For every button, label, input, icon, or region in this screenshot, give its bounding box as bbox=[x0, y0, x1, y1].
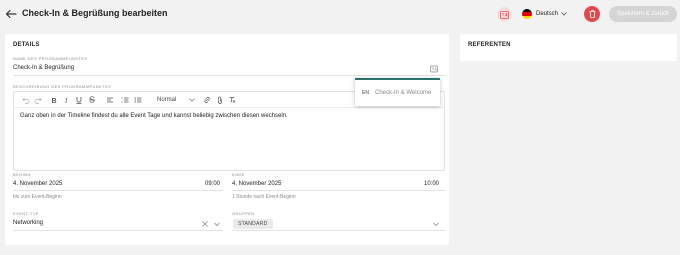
name-input[interactable]: Check-In & Begrüßung bbox=[13, 65, 74, 71]
underline-icon[interactable] bbox=[75, 96, 83, 104]
end-underline bbox=[232, 190, 445, 191]
language-label: Deutsch bbox=[536, 11, 559, 17]
groups-label: GRUPPEN bbox=[232, 211, 255, 216]
start-underline bbox=[13, 190, 223, 191]
link-icon[interactable] bbox=[203, 96, 211, 104]
align-left-icon[interactable] bbox=[106, 96, 114, 104]
event-type-underline bbox=[13, 230, 223, 231]
details-card: DETAILS NAME DES PROGRAMMPUNKTES Check-I… bbox=[5, 34, 449, 245]
text-format-select[interactable]: Normal bbox=[157, 95, 195, 105]
name-underline bbox=[13, 75, 445, 76]
referents-title: REFERENTEN bbox=[468, 42, 511, 48]
translate-icon bbox=[500, 10, 509, 19]
start-date-input[interactable]: 4. November 2025 bbox=[13, 181, 62, 187]
end-label: ENDE bbox=[232, 172, 245, 177]
bold-icon[interactable]: B bbox=[50, 96, 58, 104]
event-type-select[interactable]: Networking bbox=[13, 220, 43, 226]
clear-format-icon[interactable] bbox=[228, 96, 236, 104]
svg-text:2: 2 bbox=[121, 101, 123, 104]
german-flag-icon bbox=[522, 9, 532, 19]
svg-text:1: 1 bbox=[121, 97, 123, 100]
start-hint: bis zum Event-Beginn bbox=[13, 194, 62, 200]
trash-icon bbox=[589, 10, 595, 18]
chevron-down-icon[interactable] bbox=[432, 220, 440, 228]
attachment-icon[interactable] bbox=[216, 96, 224, 104]
translation-popup: EN Check-In & Welcome bbox=[355, 78, 440, 106]
redo-icon[interactable] bbox=[34, 96, 42, 104]
end-hint: 1 Stunde nach Event-Beginn bbox=[232, 194, 296, 200]
clear-icon[interactable] bbox=[201, 220, 209, 228]
referents-card: REFERENTEN bbox=[460, 34, 677, 61]
group-chip-standard[interactable]: STANDARD bbox=[233, 219, 273, 229]
save-and-back-button[interactable]: Speichern & zurück bbox=[609, 6, 677, 22]
svg-text:I: I bbox=[64, 97, 68, 104]
description-content[interactable]: Ganz oben in der Timeline findest du all… bbox=[20, 113, 288, 119]
delete-button[interactable] bbox=[584, 6, 600, 22]
top-bar: Check-In & Begrüßung bearbeiten Deutsch … bbox=[0, 0, 680, 30]
ordered-list-icon[interactable]: 12 bbox=[121, 96, 129, 104]
translation-input[interactable]: Check-In & Welcome bbox=[375, 90, 431, 96]
translate-button[interactable] bbox=[497, 7, 512, 22]
language-select[interactable]: Deutsch bbox=[522, 8, 567, 20]
chevron-down-icon[interactable] bbox=[213, 220, 221, 228]
back-arrow-icon[interactable] bbox=[5, 8, 17, 20]
undo-icon[interactable] bbox=[22, 96, 30, 104]
start-time-input[interactable]: 09:00 bbox=[205, 181, 220, 187]
chevron-down-icon bbox=[561, 12, 567, 16]
page-title: Check-In & Begrüßung bearbeiten bbox=[22, 8, 168, 18]
details-title: DETAILS bbox=[13, 42, 40, 48]
bullet-list-icon[interactable] bbox=[134, 96, 142, 104]
end-date-input[interactable]: 4. November 2025 bbox=[232, 181, 281, 187]
name-label: NAME DES PROGRAMMPUNKTES bbox=[13, 56, 88, 61]
event-type-label: EVENT-TYP bbox=[13, 211, 39, 216]
chevron-down-icon bbox=[189, 98, 195, 102]
start-label: BEGINN bbox=[13, 172, 31, 177]
description-label: BESCHREIBUNG DES PROGRAMMPUNKTES bbox=[13, 84, 112, 89]
groups-underline bbox=[232, 230, 445, 231]
translate-field-icon[interactable] bbox=[430, 65, 438, 73]
text-format-label: Normal bbox=[157, 97, 177, 103]
svg-text:B: B bbox=[52, 98, 57, 104]
end-time-input[interactable]: 10:00 bbox=[424, 181, 439, 187]
strikethrough-icon[interactable] bbox=[88, 96, 96, 104]
italic-icon[interactable]: I bbox=[63, 96, 71, 104]
popup-language-code: EN bbox=[362, 90, 369, 96]
